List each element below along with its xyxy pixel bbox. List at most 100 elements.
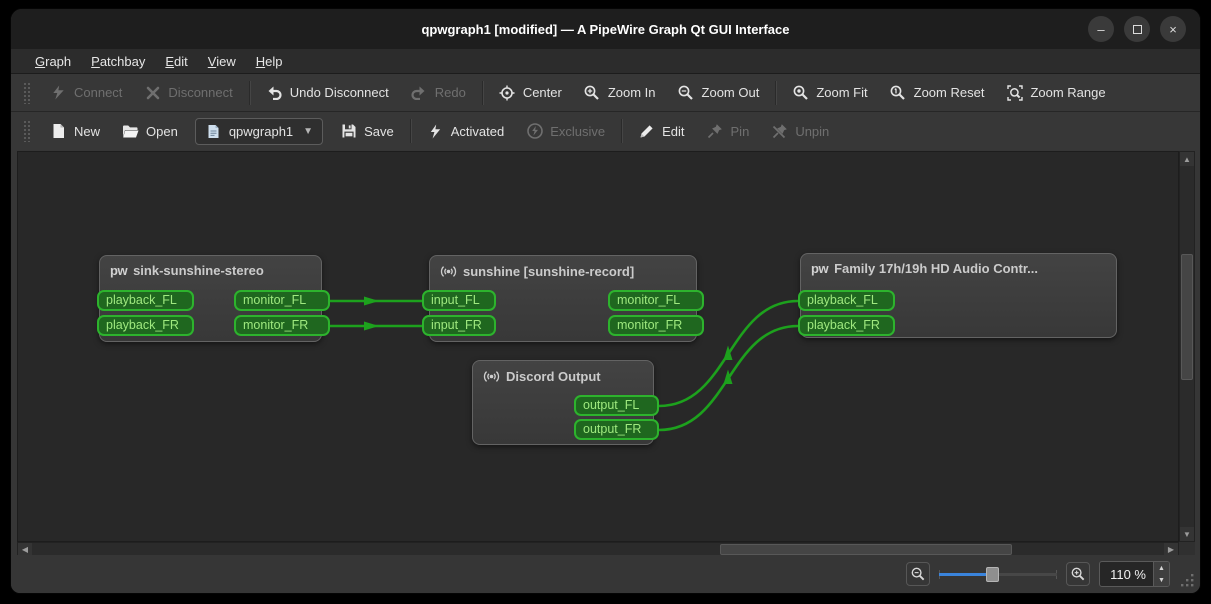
zoom-slider-handle[interactable]: [986, 567, 1000, 582]
resize-grip-icon[interactable]: [1180, 573, 1195, 588]
menu-edit[interactable]: Edit: [155, 51, 197, 72]
center-label: Center: [522, 85, 562, 100]
close-button[interactable]: ×: [1160, 16, 1186, 42]
chevron-down-icon: ▼: [303, 125, 314, 137]
port-playback-fr[interactable]: playback_FR: [97, 315, 194, 336]
center-button[interactable]: Center: [488, 78, 573, 107]
zoom-slider-fill: [939, 573, 992, 576]
zoom-range-label: Zoom Range: [1030, 85, 1106, 100]
statusbar-zoom-in-button[interactable]: [1066, 562, 1091, 586]
menu-help[interactable]: Help: [246, 51, 293, 72]
titlebar[interactable]: qpwgraph1 [modified] — A PipeWire Graph …: [11, 9, 1200, 49]
unpin-button[interactable]: Unpin: [760, 117, 840, 146]
scroll-up-button[interactable]: ▲: [1180, 152, 1194, 166]
activated-button[interactable]: Activated: [416, 117, 515, 146]
disconnect-label: Disconnect: [168, 85, 233, 100]
zoom-slider[interactable]: [939, 563, 1058, 585]
redo-button[interactable]: Redo: [400, 78, 477, 107]
toolbar-drag-handle[interactable]: [23, 120, 31, 142]
save-button[interactable]: Save: [329, 117, 405, 146]
connect-label: Connect: [74, 85, 123, 100]
new-file-icon: [50, 123, 67, 140]
undo-disconnect-button[interactable]: Undo Disconnect: [255, 78, 400, 107]
edit-label: Edit: [662, 123, 685, 139]
port-monitor-fl[interactable]: monitor_FL: [608, 290, 704, 311]
zoom-in-icon: [1071, 567, 1084, 580]
disconnect-icon: [144, 84, 161, 101]
menu-graph[interactable]: Graph: [25, 51, 81, 72]
maximize-button[interactable]: [1124, 16, 1150, 42]
open-folder-icon: [122, 123, 139, 140]
port-playback-fr[interactable]: playback_FR: [798, 315, 895, 336]
zoom-fit-button[interactable]: Zoom Fit: [781, 78, 878, 107]
patchbay-toolbar: New Open qpwgraph1 ▼ Save Activated Excl…: [11, 112, 1200, 150]
center-icon: [499, 84, 516, 101]
statusbar-zoom-out-button[interactable]: [906, 562, 931, 586]
pin-label: Pin: [730, 123, 750, 139]
audio-stream-icon: [483, 368, 500, 385]
node-title: pw Family 17h/19h HD Audio Contr...: [801, 254, 1116, 276]
node-title-text: sink-sunshine-stereo: [133, 263, 264, 278]
pipewire-icon: pw: [110, 263, 128, 278]
save-icon: [340, 123, 357, 140]
toolbar-separator: [621, 119, 623, 143]
horizontal-scroll-thumb[interactable]: [720, 544, 1012, 555]
pin-button[interactable]: Pin: [696, 117, 761, 146]
zoom-in-button[interactable]: Zoom In: [573, 78, 667, 107]
port-playback-fl[interactable]: playback_FL: [97, 290, 194, 311]
maximize-icon: [1132, 24, 1142, 34]
port-output-fl[interactable]: output_FL: [574, 395, 659, 416]
port-playback-fl[interactable]: playback_FL: [798, 290, 895, 311]
new-button[interactable]: New: [39, 117, 111, 146]
edit-button[interactable]: Edit: [627, 117, 695, 146]
spin-arrows: ▲ ▼: [1153, 562, 1169, 586]
zoom-out-icon: [911, 567, 924, 580]
window-controls: – ×: [1088, 16, 1186, 42]
zoom-reset-button[interactable]: Zoom Reset: [879, 78, 996, 107]
scroll-down-button[interactable]: ▼: [1180, 527, 1194, 541]
graph-toolbar: Connect Disconnect Undo Disconnect Redo: [11, 74, 1200, 112]
new-label: New: [74, 123, 101, 139]
toolbar-separator: [409, 119, 411, 143]
patchbay-profile-combo[interactable]: qpwgraph1 ▼: [194, 117, 324, 145]
zoom-in-label: Zoom In: [607, 85, 656, 100]
activated-label: Activated: [450, 123, 505, 139]
graph-canvas[interactable]: pw sink-sunshine-stereo sunshine [sunshi…: [17, 151, 1179, 542]
open-button[interactable]: Open: [111, 117, 189, 146]
node-title-text: sunshine [sunshine-record]: [463, 264, 635, 279]
minimize-button[interactable]: –: [1088, 16, 1114, 42]
unpin-label: Unpin: [795, 123, 830, 139]
unpin-icon: [771, 123, 788, 140]
toolbar-separator: [775, 80, 777, 105]
port-monitor-fr[interactable]: monitor_FR: [234, 315, 330, 336]
node-title: Discord Output: [473, 361, 653, 385]
port-monitor-fl[interactable]: monitor_FL: [234, 290, 330, 311]
vertical-scrollbar[interactable]: ▲ ▼: [1179, 151, 1195, 542]
audio-stream-icon: [440, 263, 457, 280]
exclusive-button[interactable]: Exclusive: [515, 117, 616, 146]
port-input-fl[interactable]: input_FL: [422, 290, 496, 311]
port-monitor-fr[interactable]: monitor_FR: [608, 315, 704, 336]
pipewire-icon: pw: [811, 261, 829, 276]
zoom-out-icon: [678, 84, 695, 101]
menu-patchbay[interactable]: Patchbay: [81, 51, 155, 72]
port-output-fr[interactable]: output_FR: [574, 419, 659, 440]
menu-view[interactable]: View: [198, 51, 246, 72]
vertical-scroll-thumb[interactable]: [1181, 254, 1193, 380]
node-title-text: Family 17h/19h HD Audio Contr...: [834, 261, 1038, 276]
zoom-percent-spinbox[interactable]: 110 % ▲ ▼: [1099, 561, 1170, 587]
connect-button[interactable]: Connect: [39, 78, 133, 107]
toolbar-drag-handle[interactable]: [23, 81, 31, 104]
disconnect-button[interactable]: Disconnect: [133, 78, 243, 107]
graph-view: pw sink-sunshine-stereo sunshine [sunshi…: [17, 151, 1195, 557]
spin-up-button[interactable]: ▲: [1154, 562, 1169, 574]
statusbar: 110 % ▲ ▼: [11, 555, 1200, 593]
port-input-fr[interactable]: input_FR: [422, 315, 496, 336]
spin-down-button[interactable]: ▼: [1154, 574, 1169, 586]
exclusive-label: Exclusive: [550, 123, 606, 139]
zoom-out-button[interactable]: Zoom Out: [667, 78, 771, 107]
zoom-range-button[interactable]: Zoom Range: [995, 78, 1116, 107]
zoom-fit-label: Zoom Fit: [816, 85, 868, 100]
zoom-out-label: Zoom Out: [701, 85, 760, 100]
undo-icon: [266, 84, 283, 101]
